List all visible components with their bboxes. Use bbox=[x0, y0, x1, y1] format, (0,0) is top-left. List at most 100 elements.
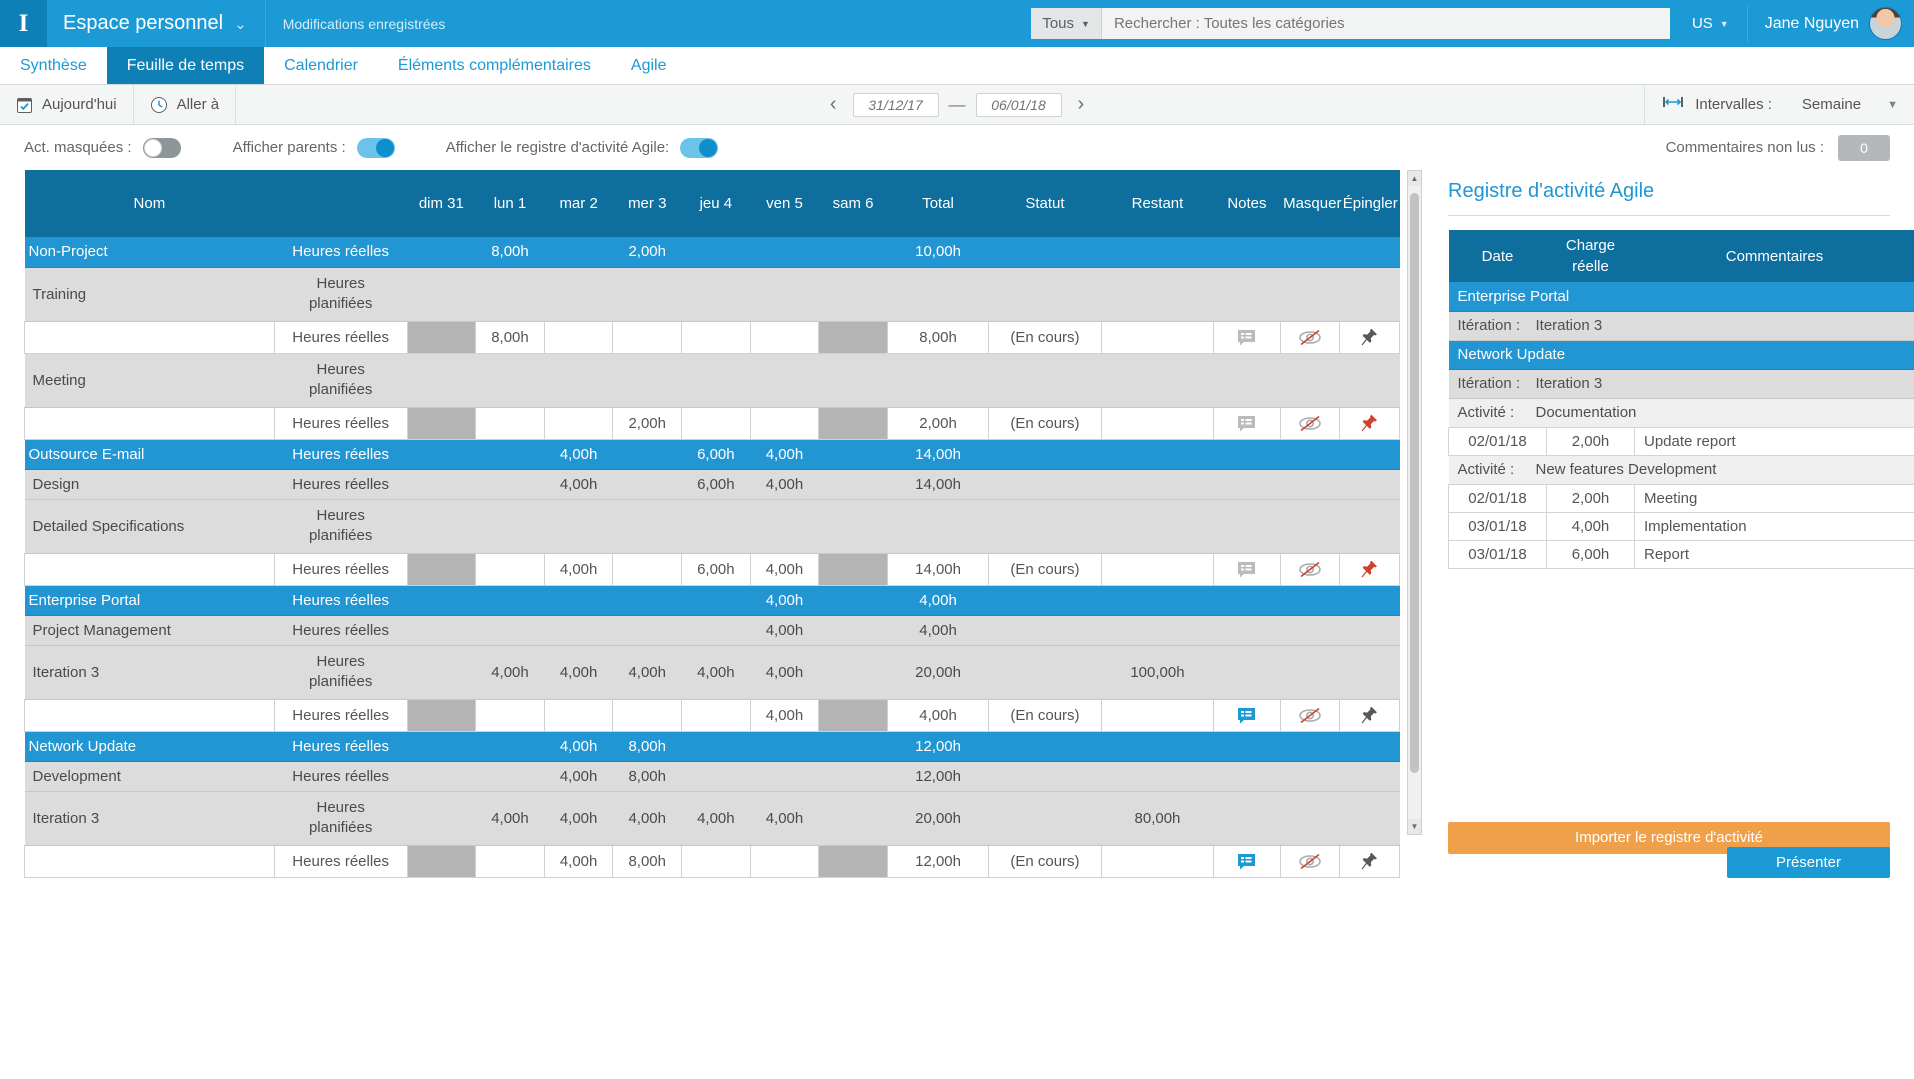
day-cell-5[interactable] bbox=[750, 845, 819, 877]
day-cell-3[interactable]: 2,00h bbox=[613, 407, 682, 439]
row-remaining-cell[interactable] bbox=[1101, 553, 1214, 585]
day-cell-4[interactable]: 6,00h bbox=[682, 553, 751, 585]
row-remaining-cell[interactable] bbox=[1101, 407, 1214, 439]
column-header-total[interactable]: Total bbox=[887, 170, 988, 237]
pin-icon[interactable] bbox=[1340, 699, 1400, 731]
show-parents-toggle[interactable] bbox=[357, 138, 395, 158]
row-name-cell[interactable] bbox=[25, 845, 275, 877]
row-name-cell[interactable] bbox=[25, 321, 275, 353]
column-header-day-1[interactable]: lun 1 bbox=[476, 170, 545, 237]
day-cell-4[interactable] bbox=[682, 407, 751, 439]
day-cell-4[interactable] bbox=[682, 699, 751, 731]
table-row[interactable]: DevelopmentHeures réelles4,00h8,00h12,00… bbox=[25, 761, 1400, 791]
table-row[interactable]: Heures réelles4,00h4,00h(En cours) bbox=[25, 699, 1400, 731]
scroll-down-icon[interactable]: ▼ bbox=[1408, 819, 1421, 834]
locale-selector[interactable]: US ▼ bbox=[1692, 15, 1729, 32]
table-row[interactable]: Iteration 3Heuresplanifiées4,00h4,00h4,0… bbox=[25, 645, 1400, 699]
table-row[interactable]: Non-ProjectHeures réelles8,00h2,00h10,00… bbox=[25, 237, 1400, 267]
table-row[interactable]: Iteration 3Heuresplanifiées4,00h4,00h4,0… bbox=[25, 791, 1400, 845]
tab-agile[interactable]: Agile bbox=[611, 47, 687, 84]
table-row[interactable]: MeetingHeuresplanifiées bbox=[25, 353, 1400, 407]
day-cell-1[interactable] bbox=[476, 553, 545, 585]
day-cell-1[interactable] bbox=[476, 845, 545, 877]
day-cell-0[interactable] bbox=[407, 699, 476, 731]
row-name-cell[interactable] bbox=[25, 699, 275, 731]
day-cell-1[interactable] bbox=[476, 407, 545, 439]
row-remaining-cell[interactable] bbox=[1101, 699, 1214, 731]
pin-icon[interactable] bbox=[1340, 321, 1400, 353]
day-cell-6[interactable] bbox=[819, 699, 888, 731]
notes-icon[interactable] bbox=[1214, 553, 1280, 585]
hide-icon[interactable] bbox=[1280, 407, 1340, 439]
tab-feuille-de-temps[interactable]: Feuille de temps bbox=[107, 47, 264, 84]
space-name[interactable]: Espace personnel bbox=[63, 12, 223, 35]
column-header-hide[interactable]: Masquer bbox=[1280, 170, 1340, 237]
app-logo[interactable]: I bbox=[0, 0, 47, 47]
pin-icon[interactable] bbox=[1340, 553, 1400, 585]
date-to-field[interactable]: 06/01/18 bbox=[976, 93, 1062, 117]
chevron-down-icon[interactable]: ⌄ bbox=[234, 15, 247, 33]
day-cell-0[interactable] bbox=[407, 321, 476, 353]
day-cell-0[interactable] bbox=[407, 553, 476, 585]
table-row[interactable]: Heures réelles8,00h8,00h(En cours) bbox=[25, 321, 1400, 353]
day-cell-6[interactable] bbox=[819, 321, 888, 353]
column-header-day-3[interactable]: mer 3 bbox=[613, 170, 682, 237]
scrollbar-thumb[interactable] bbox=[1410, 193, 1419, 773]
day-cell-1[interactable]: 8,00h bbox=[476, 321, 545, 353]
notes-icon[interactable] bbox=[1214, 321, 1280, 353]
pin-icon[interactable] bbox=[1340, 407, 1400, 439]
day-cell-2[interactable] bbox=[544, 699, 613, 731]
search-category-selector[interactable]: Tous ▼ bbox=[1031, 8, 1102, 39]
day-cell-4[interactable] bbox=[682, 845, 751, 877]
column-header-name[interactable]: Nom bbox=[25, 170, 275, 237]
day-cell-2[interactable]: 4,00h bbox=[544, 845, 613, 877]
day-cell-2[interactable] bbox=[544, 407, 613, 439]
hide-icon[interactable] bbox=[1280, 553, 1340, 585]
notes-icon[interactable] bbox=[1214, 699, 1280, 731]
agile-project-row[interactable]: Network Update bbox=[1449, 340, 1914, 369]
table-row[interactable]: Network UpdateHeures réelles4,00h8,00h12… bbox=[25, 731, 1400, 761]
show-agile-log-toggle[interactable] bbox=[680, 138, 718, 158]
table-row[interactable]: Detailed SpecificationsHeuresplanifiées bbox=[25, 499, 1400, 553]
day-cell-3[interactable]: 8,00h bbox=[613, 845, 682, 877]
column-header-day-2[interactable]: mar 2 bbox=[544, 170, 613, 237]
agile-iteration-row[interactable]: Itération :Iteration 3 bbox=[1449, 311, 1914, 340]
grid-vertical-scrollbar[interactable]: ▲ ▼ bbox=[1407, 170, 1422, 835]
table-row[interactable]: TrainingHeuresplanifiées bbox=[25, 267, 1400, 321]
agile-iteration-row[interactable]: Itération :Iteration 3 bbox=[1449, 369, 1914, 398]
table-row[interactable]: Heures réelles4,00h8,00h12,00h(En cours) bbox=[25, 845, 1400, 877]
day-cell-6[interactable] bbox=[819, 845, 888, 877]
date-from-field[interactable]: 31/12/17 bbox=[853, 93, 939, 117]
row-remaining-cell[interactable] bbox=[1101, 845, 1214, 877]
user-name[interactable]: Jane Nguyen bbox=[1765, 15, 1859, 33]
column-header-day-6[interactable]: sam 6 bbox=[819, 170, 888, 237]
tab-elements-complementaires[interactable]: Éléments complémentaires bbox=[378, 47, 611, 84]
unread-comments-badge[interactable]: 0 bbox=[1838, 135, 1890, 161]
day-cell-5[interactable]: 4,00h bbox=[750, 699, 819, 731]
agile-activity-row[interactable]: Activité :New features Development bbox=[1449, 455, 1914, 484]
next-period-button[interactable]: › bbox=[1072, 93, 1091, 116]
day-cell-5[interactable]: 4,00h bbox=[750, 553, 819, 585]
agile-activity-row[interactable]: Activité :Documentation bbox=[1449, 398, 1914, 427]
day-cell-4[interactable] bbox=[682, 321, 751, 353]
notes-icon[interactable] bbox=[1214, 845, 1280, 877]
pin-icon[interactable] bbox=[1340, 845, 1400, 877]
day-cell-2[interactable] bbox=[544, 321, 613, 353]
day-cell-1[interactable] bbox=[476, 699, 545, 731]
submit-button[interactable]: Présenter bbox=[1727, 847, 1890, 878]
agile-entry-row[interactable]: 03/01/186,00hReport bbox=[1449, 540, 1914, 568]
notes-icon[interactable] bbox=[1214, 407, 1280, 439]
day-cell-5[interactable] bbox=[750, 321, 819, 353]
column-header-pin[interactable]: Épingler bbox=[1340, 170, 1400, 237]
agile-entry-row[interactable]: 03/01/184,00hImplementation bbox=[1449, 512, 1914, 540]
column-header-remaining[interactable]: Restant bbox=[1101, 170, 1214, 237]
search-input[interactable] bbox=[1102, 8, 1670, 39]
column-header-day-4[interactable]: jeu 4 bbox=[682, 170, 751, 237]
agile-project-row[interactable]: Enterprise Portal bbox=[1449, 282, 1914, 311]
agile-entry-row[interactable]: 02/01/182,00hMeeting bbox=[1449, 484, 1914, 512]
previous-period-button[interactable]: ‹ bbox=[824, 93, 843, 116]
hide-icon[interactable] bbox=[1280, 321, 1340, 353]
column-header-notes[interactable]: Notes bbox=[1214, 170, 1280, 237]
avatar[interactable] bbox=[1869, 7, 1902, 40]
hidden-activities-toggle[interactable] bbox=[143, 138, 181, 158]
